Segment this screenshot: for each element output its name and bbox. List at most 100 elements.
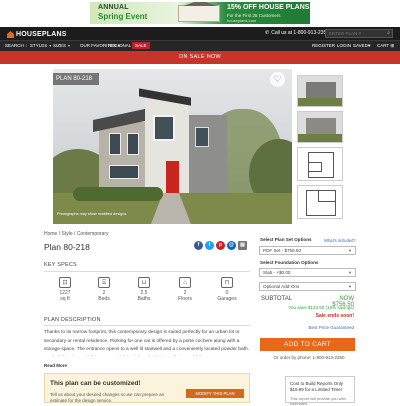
savings-text: You save $133.50 (15% savings) — [288, 305, 354, 310]
nav-sale-label: SALE — [135, 43, 147, 48]
add-to-cart-button[interactable]: ADD TO CART — [260, 338, 355, 351]
chevron-down-icon: ▼ — [348, 270, 352, 275]
sale-bar[interactable]: ON SALE NOW — [0, 51, 400, 64]
favorite-heart-icon[interactable]: ♡ — [270, 72, 285, 87]
breadcrumb: Home / Style / Contemporary — [44, 231, 109, 237]
nav-styles[interactable]: STYLES ▼ — [30, 43, 52, 48]
nav-saved-label: SAVED — [353, 43, 368, 48]
twitter-icon[interactable]: t — [205, 241, 214, 250]
nav-sizes[interactable]: SIZES ▼ — [53, 43, 71, 48]
bed-icon: ⌸ — [98, 277, 110, 288]
sale-ends-text: Sale ends soon! — [315, 313, 354, 319]
area-icon: ⊡ — [59, 277, 71, 288]
photo-window — [153, 115, 175, 141]
pinterest-icon[interactable]: p — [216, 241, 225, 250]
floorplan-room — [308, 162, 322, 172]
customize-box: This plan can be customized! Tell us abo… — [44, 373, 250, 403]
subtotal-label: SUBTOTAL — [261, 296, 293, 302]
spec-area-unit: sq ft — [60, 296, 70, 302]
promo-line2: Spring Event — [98, 12, 148, 21]
spec-floors-unit: Floors — [178, 296, 192, 302]
photo-shrubs — [73, 187, 163, 201]
breadcrumb-home[interactable]: Home — [44, 231, 57, 237]
nav-saved[interactable]: SAVED♥ — [353, 43, 371, 48]
facebook-icon[interactable]: f — [194, 241, 203, 250]
plan-search-input[interactable] — [329, 31, 379, 36]
nav-register[interactable]: REGISTER — [312, 43, 335, 48]
customize-heading: This plan can be customized! — [50, 380, 141, 387]
search-icon[interactable]: ⌕ — [387, 30, 390, 36]
phone-icon: ✆ — [265, 30, 270, 36]
photo-wall — [99, 122, 151, 194]
floorplan-room — [318, 190, 336, 202]
promo-fineprint: houseplans.com — [227, 18, 257, 23]
email-icon[interactable]: @ — [227, 241, 236, 250]
thumbnail-floorplan[interactable] — [297, 147, 343, 181]
brand-name: HOUSEPLANS — [16, 31, 67, 38]
bath-icon: ⊔ — [138, 277, 150, 288]
photo-window — [127, 133, 139, 155]
customize-sub: Tell us about your desired changes so we… — [50, 392, 165, 403]
nav-search[interactable]: SEARCH ⌕ — [5, 43, 28, 48]
house-logo-icon — [7, 31, 14, 38]
hero-photo[interactable] — [53, 69, 292, 224]
thumbnail-floorplan-2[interactable] — [297, 185, 343, 219]
modify-plan-button[interactable]: MODIFY THIS PLAN — [186, 389, 244, 398]
print-icon[interactable]: ▤ — [238, 241, 247, 250]
description-heading: PLAN DESCRIPTION — [44, 317, 101, 323]
garage-icon: ⊓ — [221, 277, 233, 288]
cost-to-build-text: Cost to Build Reports Only $19.99 for a … — [290, 381, 344, 392]
thumb-ground — [298, 134, 342, 142]
nav-cart[interactable]: CART ⊞ — [377, 43, 394, 49]
plan-set-select[interactable]: PDF Set - $756.50 ▼ — [259, 246, 356, 255]
foundation-select[interactable]: Slab - +$0.00 ▼ — [259, 268, 356, 277]
photo-caption: Photographs may show modified designs. — [57, 212, 128, 216]
plan-badge: PLAN 80-218 — [53, 73, 99, 85]
plan-description: Thanks to its narrow footprint, this con… — [44, 330, 249, 356]
promo-banner[interactable]: ANNUAL Spring Event 15% OFF HOUSE PLANS … — [90, 2, 310, 24]
floors-icon: ⌂ — [179, 277, 191, 288]
addons-value: Optional Add-Ons — [263, 284, 300, 289]
nav-regional-label: REGIONAL — [108, 43, 132, 48]
photo-window — [109, 133, 121, 155]
spec-baths: ⊔ 2.5 Baths — [127, 277, 161, 302]
addons-select[interactable]: Optional Add-Ons ▼ — [259, 282, 356, 291]
spec-baths-unit: Baths — [137, 296, 151, 302]
price-guarantee-link[interactable]: Best Price Guaranteed — [296, 325, 354, 330]
cart-icon: ⊞ — [390, 43, 395, 48]
spec-beds: ⌸ 2 Beds — [87, 277, 121, 302]
photo-door — [166, 161, 179, 194]
thumbnail-exterior-2[interactable] — [297, 111, 343, 143]
thumbnail-exterior[interactable] — [297, 75, 343, 107]
chevron-down-icon: ▼ — [348, 248, 352, 253]
breadcrumb-style[interactable]: Style — [62, 231, 73, 237]
photo-window — [109, 165, 139, 179]
nav-search-label: SEARCH — [5, 43, 24, 48]
chevron-down-icon: ▼ — [348, 284, 352, 289]
heart-icon: ♥ — [367, 43, 371, 48]
foundation-label: Select Foundation Options — [260, 260, 319, 265]
nav-cart-label: CART — [377, 43, 390, 48]
plan-search[interactable]: ⌕ — [325, 29, 393, 38]
nav-sizes-label: SIZES — [53, 43, 67, 48]
site-logo[interactable]: HOUSEPLANS — [7, 30, 67, 39]
share-buttons: f t p @ ▤ — [194, 241, 247, 250]
whats-included-link[interactable]: What's included? — [324, 238, 356, 243]
nav-sale[interactable]: SALE — [132, 42, 150, 49]
breadcrumb-contemporary[interactable]: Contemporary — [77, 231, 109, 237]
promo-line1: ANNUAL — [98, 4, 129, 11]
phone-link[interactable]: ✆ Call us at 1-800-913-2350 — [265, 30, 329, 36]
nav-login[interactable]: LOGIN — [337, 43, 351, 48]
spec-garages: ⊓ 0 Garages — [210, 277, 244, 302]
spec-beds-unit: Beds — [98, 296, 110, 302]
promo-house-image — [178, 2, 220, 22]
plan-set-value: PDF Set - $756.50 — [263, 248, 302, 253]
cost-to-build-box[interactable]: Cost to Build Reports Only $19.99 for a … — [285, 376, 355, 406]
divider — [44, 271, 250, 272]
foundation-value: Slab - +$0.00 — [263, 270, 291, 275]
nav-styles-label: STYLES — [30, 43, 48, 48]
order-by-phone: Or order by phone: 1-800-913-2350 — [273, 355, 345, 360]
photo-window — [195, 127, 209, 147]
read-more-link[interactable]: Read More — [44, 363, 67, 368]
phone-text: Call us at 1-800-913-2350 — [271, 30, 330, 36]
